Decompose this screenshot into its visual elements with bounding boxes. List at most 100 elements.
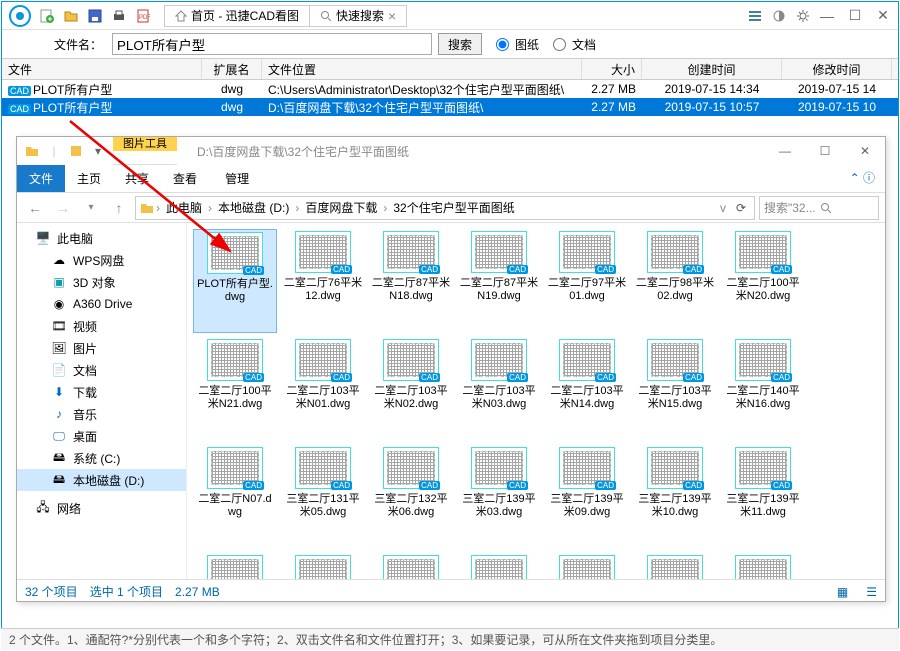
file-thumb[interactable]: CAD二室二厅87平米N19.dwg: [457, 229, 541, 333]
nav-wps[interactable]: ☁WPS网盘: [17, 249, 186, 271]
print-icon[interactable]: [110, 7, 128, 25]
address-dropdown[interactable]: v: [716, 201, 730, 215]
nav-videos[interactable]: 🎞视频: [17, 315, 186, 337]
file-thumb[interactable]: CAD三室二厅131平米05.dwg: [281, 445, 365, 549]
crumb[interactable]: 32个住宅户型平面图纸: [389, 199, 518, 216]
qat-folder-icon[interactable]: [23, 142, 41, 160]
file-thumb[interactable]: CADPLOT所有户型.dwg: [193, 229, 277, 333]
radio-doc[interactable]: 文档: [553, 36, 596, 53]
file-thumb[interactable]: CAD二室二厅103平米N01.dwg: [281, 337, 365, 441]
col-mtime[interactable]: 修改时间: [782, 59, 892, 79]
thumbnail: CAD: [471, 447, 527, 489]
file-thumb[interactable]: CAD: [633, 553, 717, 579]
file-thumb[interactable]: CAD二室二厅97平米01.dwg: [545, 229, 629, 333]
result-row-selected[interactable]: CADPLOT所有户型 dwg D:\百度网盘下载\32个住宅户型平面图纸\ 2…: [2, 98, 898, 116]
file-thumb[interactable]: CAD三室二厅139平米03.dwg: [457, 445, 541, 549]
crumb[interactable]: 本地磁盘 (D:): [214, 199, 293, 216]
col-ext[interactable]: 扩展名: [202, 59, 262, 79]
theme-icon[interactable]: [770, 7, 788, 25]
refresh-icon[interactable]: ⟳: [732, 201, 750, 215]
col-ctime[interactable]: 创建时间: [642, 59, 782, 79]
qat-dropdown-icon[interactable]: ▾: [89, 142, 107, 160]
ribbon-share[interactable]: 共享: [113, 165, 161, 192]
file-thumb[interactable]: CAD二室二厅103平米N14.dwg: [545, 337, 629, 441]
ribbon-help-icon[interactable]: ⌃ ⓘ: [840, 165, 885, 192]
file-thumb[interactable]: CAD三室二厅139平米09.dwg: [545, 445, 629, 549]
nav-a360[interactable]: ◉A360 Drive: [17, 293, 186, 315]
file-thumb[interactable]: CAD二室二厅98平米02.dwg: [633, 229, 717, 333]
nav-forward[interactable]: →: [51, 196, 75, 220]
open-icon[interactable]: [62, 7, 80, 25]
radio-drawing[interactable]: 图纸: [496, 36, 539, 53]
menu-icon[interactable]: [746, 7, 764, 25]
search-button[interactable]: 搜索: [438, 33, 482, 55]
app-logo: [6, 2, 34, 30]
nav-documents[interactable]: 📄文档: [17, 359, 186, 381]
explorer-search[interactable]: 搜索"32...: [759, 196, 879, 220]
explorer-titlebar[interactable]: | ▾ 图片工具 D:\百度网盘下载\32个住宅户型平面图纸 — ☐ ✕: [17, 137, 885, 165]
nav-music[interactable]: ♪音乐: [17, 403, 186, 425]
file-thumb[interactable]: CAD二室二厅140平米N16.dwg: [721, 337, 805, 441]
exp-maximize[interactable]: ☐: [805, 137, 845, 165]
file-thumb[interactable]: CAD二室二厅76平米12.dwg: [281, 229, 365, 333]
nav-back[interactable]: ←: [23, 196, 47, 220]
gear-icon[interactable]: [794, 7, 812, 25]
nav-downloads[interactable]: ⬇下载: [17, 381, 186, 403]
file-thumb[interactable]: CAD三室二厅139平米10.dwg: [633, 445, 717, 549]
file-thumb[interactable]: CAD三室二厅143平米N22.dwg: [281, 553, 365, 579]
address-field[interactable]: › 此电脑› 本地磁盘 (D:)› 百度网盘下载› 32个住宅户型平面图纸 v …: [135, 196, 755, 220]
maximize-button[interactable]: ☐: [844, 5, 866, 27]
file-thumb[interactable]: CAD二室二厅103平米N03.dwg: [457, 337, 541, 441]
tab-close-icon[interactable]: ×: [388, 8, 396, 24]
nav-desktop[interactable]: 🖵桌面: [17, 425, 186, 447]
new-icon[interactable]: [38, 7, 56, 25]
nav-this-pc[interactable]: 🖥️此电脑: [17, 227, 186, 249]
file-thumb[interactable]: CAD三室二厅143平米N23.dwg: [369, 553, 453, 579]
file-thumb[interactable]: CAD二室二厅87平米N18.dwg: [369, 229, 453, 333]
nav-3d[interactable]: ▣3D 对象: [17, 271, 186, 293]
nav-recent-dropdown[interactable]: ▾: [79, 196, 103, 220]
crumb[interactable]: 百度网盘下载: [301, 199, 381, 216]
col-file[interactable]: 文件: [2, 59, 202, 79]
minimize-button[interactable]: —: [816, 5, 838, 27]
col-size[interactable]: 大小: [582, 59, 642, 79]
save-icon[interactable]: [86, 7, 104, 25]
qat-toggle-icon[interactable]: [67, 142, 85, 160]
close-button[interactable]: ✕: [872, 5, 894, 27]
file-thumb[interactable]: CAD: [721, 553, 805, 579]
app-statusbar: 2 个文件。1、通配符?*分别代表一个和多个字符；2、双击文件名和文件位置打开；…: [1, 628, 899, 650]
tab-home[interactable]: 首页 - 迅捷CAD看图: [165, 6, 310, 26]
thumbnail: CAD: [295, 231, 351, 273]
view-large-icon[interactable]: ▦: [837, 585, 848, 599]
file-thumb[interactable]: CAD三室二厅139平米11.dwg: [721, 445, 805, 549]
tab-search[interactable]: 快速搜索 ×: [310, 6, 406, 26]
crumb[interactable]: 此电脑: [162, 199, 206, 216]
nav-network[interactable]: 🖧网络: [17, 497, 186, 519]
file-thumb[interactable]: CAD三室二厅143平米08.dwg: [193, 553, 277, 579]
file-thumb[interactable]: CAD: [457, 553, 541, 579]
file-thumb[interactable]: CAD二室二厅100平米N21.dwg: [193, 337, 277, 441]
nav-pictures[interactable]: 🖼图片: [17, 337, 186, 359]
file-thumb[interactable]: CAD二室二厅103平米N02.dwg: [369, 337, 453, 441]
nav-drive-c[interactable]: 🖴系统 (C:): [17, 447, 186, 469]
file-thumb[interactable]: CAD二室二厅N07.dwg: [193, 445, 277, 549]
file-grid[interactable]: CADPLOT所有户型.dwgCAD二室二厅76平米12.dwgCAD二室二厅8…: [187, 223, 885, 579]
ribbon-manage[interactable]: 管理: [213, 165, 261, 192]
exp-minimize[interactable]: —: [765, 137, 805, 165]
col-loc[interactable]: 文件位置: [262, 59, 582, 79]
nav-up[interactable]: ↑: [107, 196, 131, 220]
result-row[interactable]: CADPLOT所有户型 dwg C:\Users\Administrator\D…: [2, 80, 898, 98]
file-thumb[interactable]: CAD二室二厅100平米N20.dwg: [721, 229, 805, 333]
view-details-icon[interactable]: ☰: [866, 585, 877, 599]
nav-drive-d[interactable]: 🖴本地磁盘 (D:): [17, 469, 186, 491]
ribbon-file[interactable]: 文件: [17, 165, 65, 192]
ribbon-view[interactable]: 查看: [161, 165, 209, 192]
pdf-icon[interactable]: PDF: [134, 7, 152, 25]
search-input[interactable]: [112, 33, 432, 55]
search-icon: [820, 202, 832, 214]
file-thumb[interactable]: CAD: [545, 553, 629, 579]
file-thumb[interactable]: CAD二室二厅103平米N15.dwg: [633, 337, 717, 441]
exp-close[interactable]: ✕: [845, 137, 885, 165]
file-thumb[interactable]: CAD三室二厅132平米06.dwg: [369, 445, 453, 549]
ribbon-home[interactable]: 主页: [65, 165, 113, 192]
